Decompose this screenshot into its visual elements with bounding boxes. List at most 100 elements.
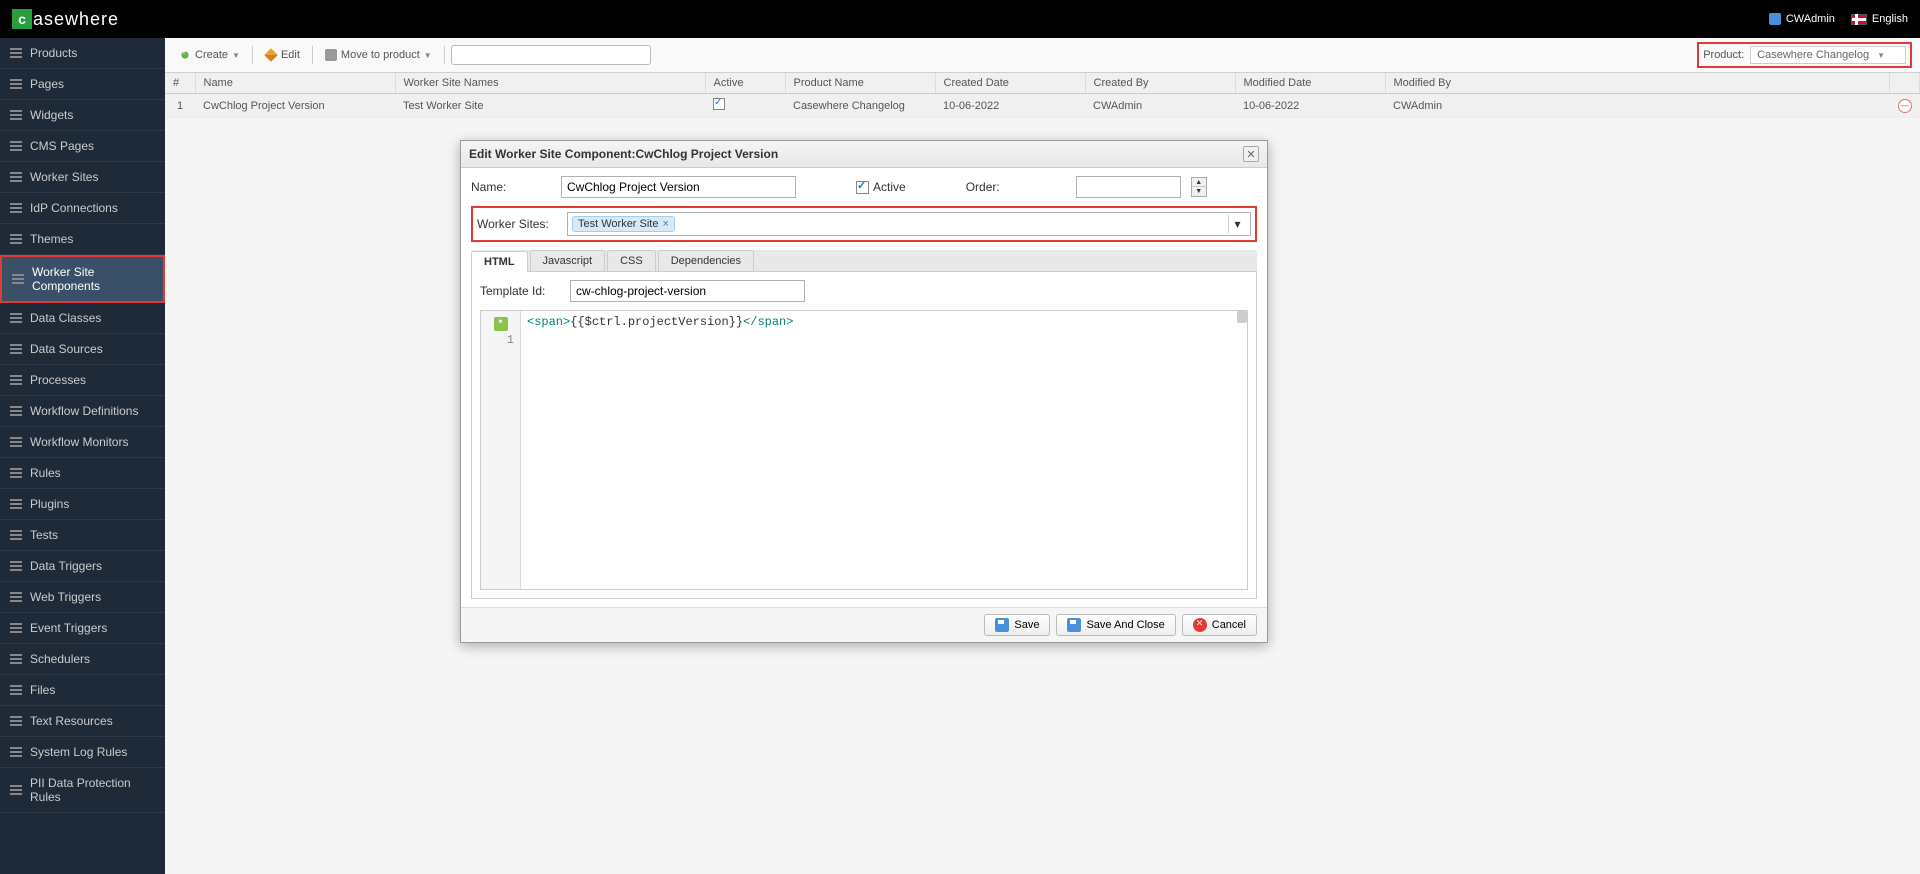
save-icon (1067, 618, 1081, 632)
grid-icon (10, 747, 22, 757)
col-active[interactable]: Active (705, 73, 785, 94)
sidebar-item-files[interactable]: Files (0, 675, 165, 706)
sidebar-item-widgets[interactable]: Widgets (0, 100, 165, 131)
dialog-title-bar[interactable]: Edit Worker Site Component: CwChlog Proj… (461, 141, 1267, 168)
user-icon (1769, 13, 1781, 25)
create-button[interactable]: Create ▼ (173, 46, 246, 64)
sidebar-item-pages[interactable]: Pages (0, 69, 165, 100)
grid-icon (10, 561, 22, 571)
sidebar-item-data-sources[interactable]: Data Sources (0, 334, 165, 365)
edit-label: Edit (281, 49, 300, 61)
table-row[interactable]: 1 CwChlog Project Version Test Worker Si… (165, 94, 1920, 118)
order-spinner[interactable]: ▲ ▼ (1191, 177, 1207, 197)
delete-icon[interactable] (1898, 99, 1912, 113)
tab-javascript[interactable]: Javascript (530, 250, 606, 271)
content-area: Create ▼ Edit Move to product ▼ Product: (165, 38, 1920, 874)
language-menu[interactable]: English (1851, 13, 1908, 25)
remove-tag-icon[interactable]: × (663, 218, 669, 230)
user-menu[interactable]: CWAdmin (1769, 13, 1835, 25)
logo-icon: c (12, 9, 32, 29)
chevron-down-icon: ▼ (424, 51, 432, 60)
sidebar-item-schedulers[interactable]: Schedulers (0, 644, 165, 675)
save-button[interactable]: Save (984, 614, 1050, 636)
product-filter: Product: Casewhere Changelog ▼ (1697, 42, 1912, 68)
language-label: English (1872, 13, 1908, 25)
code-gutter: ✶ 1 (481, 311, 521, 589)
dialog-title-name: CwChlog Project Version (635, 147, 778, 161)
product-select[interactable]: Casewhere Changelog ▼ (1750, 46, 1906, 64)
sidebar-item-label: Web Triggers (30, 590, 101, 604)
chevron-down-icon: ▼ (1877, 51, 1885, 60)
cell-modified-date: 10-06-2022 (1235, 94, 1385, 118)
label-name: Name: (471, 180, 551, 194)
chevron-down-icon: ▼ (232, 51, 240, 60)
col-wsn[interactable]: Worker Site Names (395, 73, 705, 94)
table-container: # Name Worker Site Names Active Product … (165, 73, 1920, 118)
move-to-product-button[interactable]: Move to product ▼ (319, 46, 438, 64)
spinner-down-icon[interactable]: ▼ (1192, 187, 1206, 196)
sidebar-item-plugins[interactable]: Plugins (0, 489, 165, 520)
sidebar-item-tests[interactable]: Tests (0, 520, 165, 551)
worker-sites-select[interactable]: Test Worker Site × ▾ (567, 212, 1251, 236)
grid-icon (10, 406, 22, 416)
sidebar-item-workflow-monitors[interactable]: Workflow Monitors (0, 427, 165, 458)
code-hint-icon[interactable]: ✶ (494, 317, 508, 331)
col-created-date[interactable]: Created Date (935, 73, 1085, 94)
tab-dependencies[interactable]: Dependencies (658, 250, 754, 271)
tab-html[interactable]: HTML (471, 251, 528, 272)
sidebar-item-pii-rules[interactable]: PII Data Protection Rules (0, 768, 165, 813)
col-idx[interactable]: # (165, 73, 195, 94)
active-checkbox-wrap[interactable]: Active (856, 180, 906, 194)
order-input[interactable] (1076, 176, 1181, 198)
grid-icon (10, 530, 22, 540)
sidebar-item-label: Tests (30, 528, 58, 542)
chevron-down-icon[interactable]: ▾ (1228, 215, 1246, 233)
sidebar-item-themes[interactable]: Themes (0, 224, 165, 255)
cell-modified-by: CWAdmin (1385, 94, 1890, 118)
sidebar-item-text-resources[interactable]: Text Resources (0, 706, 165, 737)
dialog-footer: Save Save And Close Cancel (461, 607, 1267, 642)
sidebar-item-event-triggers[interactable]: Event Triggers (0, 613, 165, 644)
name-input[interactable] (561, 176, 796, 198)
logo[interactable]: c asewhere (12, 9, 119, 30)
col-modified-by[interactable]: Modified By (1385, 73, 1890, 94)
col-name[interactable]: Name (195, 73, 395, 94)
edit-icon (264, 48, 278, 62)
sidebar-item-processes[interactable]: Processes (0, 365, 165, 396)
sidebar-item-data-classes[interactable]: Data Classes (0, 303, 165, 334)
grid-icon (10, 468, 22, 478)
label-active: Active (873, 180, 906, 194)
sidebar-item-worker-sites[interactable]: Worker Sites (0, 162, 165, 193)
sidebar-item-web-triggers[interactable]: Web Triggers (0, 582, 165, 613)
sidebar-item-rules[interactable]: Rules (0, 458, 165, 489)
search-input[interactable] (451, 45, 651, 65)
app-header: c asewhere CWAdmin English (0, 0, 1920, 38)
sidebar-item-system-log-rules[interactable]: System Log Rules (0, 737, 165, 768)
close-button[interactable]: ✕ (1243, 146, 1259, 162)
toolbar: Create ▼ Edit Move to product ▼ Product: (165, 38, 1920, 73)
edit-button[interactable]: Edit (259, 46, 306, 64)
col-actions (1890, 73, 1920, 94)
scrollbar-thumb[interactable] (1237, 311, 1247, 323)
save-and-close-button[interactable]: Save And Close (1056, 614, 1175, 636)
col-modified-date[interactable]: Modified Date (1235, 73, 1385, 94)
col-product[interactable]: Product Name (785, 73, 935, 94)
cancel-button[interactable]: Cancel (1182, 614, 1257, 636)
template-id-input[interactable] (570, 280, 805, 302)
code-close-tag: </span> (743, 315, 793, 329)
sidebar-item-label: Widgets (30, 108, 73, 122)
grid-icon (10, 110, 22, 120)
spinner-up-icon[interactable]: ▲ (1192, 178, 1206, 187)
sidebar-item-products[interactable]: Products (0, 38, 165, 69)
line-number: 1 (487, 333, 514, 347)
sidebar-item-cms-pages[interactable]: CMS Pages (0, 131, 165, 162)
sidebar-item-workflow-definitions[interactable]: Workflow Definitions (0, 396, 165, 427)
sidebar-item-data-triggers[interactable]: Data Triggers (0, 551, 165, 582)
code-editor[interactable]: ✶ 1 <span>{{$ctrl.projectVersion}}</span… (480, 310, 1248, 590)
code-body[interactable]: <span>{{$ctrl.projectVersion}}</span> (521, 311, 1247, 589)
sidebar-item-idp-connections[interactable]: IdP Connections (0, 193, 165, 224)
sidebar-item-worker-site-components[interactable]: Worker Site Components (0, 255, 165, 303)
col-created-by[interactable]: Created By (1085, 73, 1235, 94)
sidebar-item-label: CMS Pages (30, 139, 94, 153)
tab-css[interactable]: CSS (607, 250, 656, 271)
